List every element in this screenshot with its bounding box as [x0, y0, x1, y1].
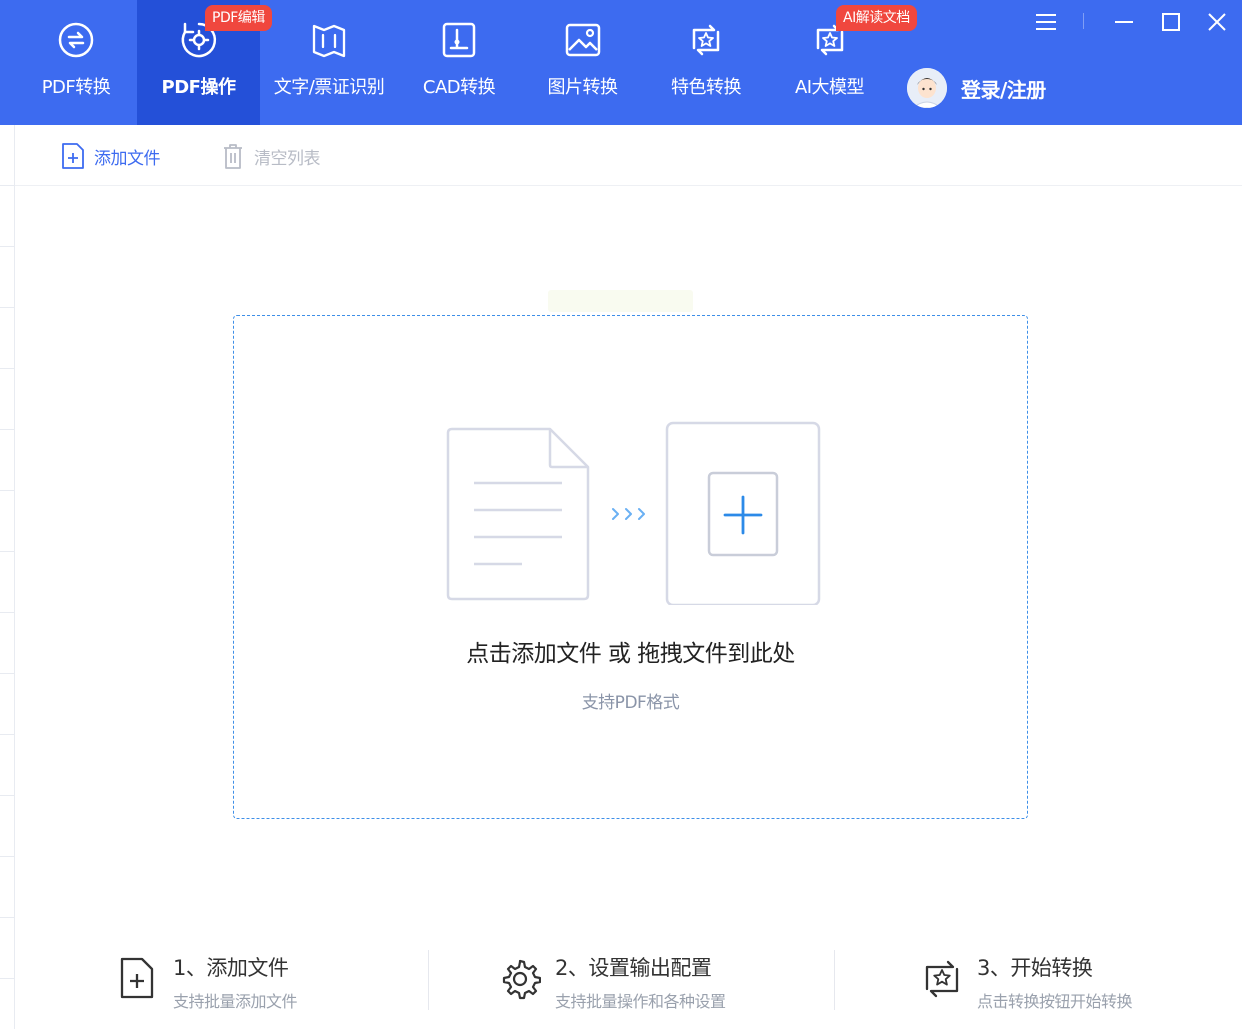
minimize-icon[interactable] — [1110, 8, 1138, 36]
step-start-convert: 3、开始转换 点击转换按钮开始转换 — [921, 950, 1133, 1012]
add-file-button[interactable]: 添加文件 — [60, 141, 161, 171]
menu-icon[interactable] — [1032, 8, 1060, 36]
close-icon[interactable] — [1203, 8, 1231, 36]
drop-zone-format-hint: 支持PDF格式 — [581, 693, 680, 713]
drop-zone-instruction: 点击添加文件 或 拖拽文件到此处 — [466, 641, 795, 667]
login-register-label: 登录/注册 — [961, 77, 1046, 102]
step-title: 1、添加文件 — [173, 956, 289, 980]
drop-illustration — [446, 421, 821, 605]
nav-item-ocr[interactable]: 文字/票证识别 — [260, 0, 398, 125]
step-divider — [428, 950, 429, 1010]
faint-hint-tag — [548, 290, 693, 312]
file-drop-zone[interactable]: 点击添加文件 或 拖拽文件到此处 支持PDF格式 — [233, 315, 1028, 819]
nav-label: CAD转换 — [422, 77, 496, 98]
step-description: 支持批量操作和各种设置 — [555, 992, 726, 1011]
add-box-icon — [665, 421, 821, 605]
maximize-icon[interactable] — [1157, 8, 1185, 36]
file-toolbar: 添加文件 清空列表 — [15, 125, 1242, 186]
document-icon — [446, 427, 590, 601]
convert-icon — [925, 960, 959, 998]
settings-gear-icon — [502, 959, 541, 1000]
nav-item-image[interactable]: 图片转换 — [520, 0, 645, 125]
clear-list-button[interactable]: 清空列表 — [220, 141, 321, 171]
nav-label: 文字/票证识别 — [273, 77, 385, 98]
nav-item-cad[interactable]: CAD转换 — [398, 0, 520, 125]
ai-read-doc-badge: AI解读文档 — [836, 5, 917, 31]
step-title: 2、设置输出配置 — [555, 956, 712, 980]
file-add-icon — [120, 957, 154, 999]
cad-icon — [442, 22, 476, 58]
nav-item-pdf-convert[interactable]: PDF转换 — [15, 0, 137, 125]
top-navigation-bar: PDF转换 PDF操作 PDF编辑 文字/票证识别 CAD转换 图片转换 特色转… — [0, 0, 1242, 125]
step-divider — [834, 950, 835, 1010]
nav-label: 图片转换 — [547, 77, 619, 98]
step-description: 支持批量添加文件 — [173, 992, 298, 1011]
step-settings: 2、设置输出配置 支持批量操作和各种设置 — [499, 950, 726, 1012]
image-icon — [565, 23, 600, 57]
nav-item-special[interactable]: 特色转换 — [645, 0, 767, 125]
nav-label: PDF操作 — [161, 77, 236, 98]
clear-list-label: 清空列表 — [254, 148, 321, 169]
step-add-file: 1、添加文件 支持批量添加文件 — [117, 950, 298, 1012]
trash-icon — [224, 144, 242, 169]
nav-label: AI大模型 — [794, 77, 865, 98]
avatar — [907, 68, 947, 108]
step-description: 点击转换按钮开始转换 — [977, 992, 1133, 1011]
left-file-list-strip — [0, 125, 15, 1029]
arrows-icon — [612, 508, 645, 520]
file-add-icon — [62, 143, 84, 169]
login-register-button[interactable]: 登录/注册 — [907, 68, 1046, 108]
nav-label: 特色转换 — [671, 77, 742, 98]
step-title: 3、开始转换 — [977, 956, 1093, 980]
window-controls-divider — [1083, 13, 1084, 29]
ocr-icon — [312, 24, 346, 58]
user-avatar-icon — [907, 68, 947, 108]
add-file-label: 添加文件 — [94, 148, 161, 169]
special-icon — [692, 24, 720, 56]
nav-label: PDF转换 — [41, 77, 111, 98]
pdf-convert-icon — [58, 22, 94, 58]
